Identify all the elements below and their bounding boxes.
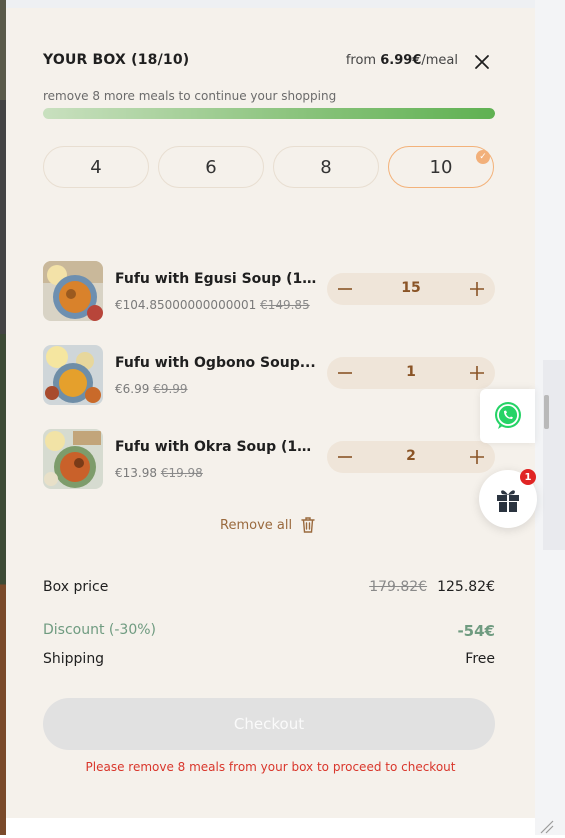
meal-old-price: €19.98 bbox=[160, 466, 203, 480]
decrease-quantity-button[interactable] bbox=[327, 441, 363, 473]
discount-value: -54€ bbox=[457, 622, 495, 640]
quantity-value: 2 bbox=[406, 448, 416, 464]
whatsapp-button[interactable] bbox=[480, 389, 535, 443]
trash-icon bbox=[301, 517, 315, 533]
meal-name: Fufu with Ogbono Soup... bbox=[115, 355, 316, 371]
meal-name: Fufu with Okra Soup (10... bbox=[115, 439, 320, 455]
price-per-meal: from 6.99€/meal bbox=[346, 53, 458, 68]
box-size-4-button[interactable]: 4 bbox=[43, 146, 149, 188]
checkmark-icon: ✓ bbox=[476, 150, 490, 164]
meal-price: €104.85000000000001 €149.85 bbox=[115, 298, 310, 312]
scrollbar-handle[interactable] bbox=[544, 395, 549, 429]
quantity-value: 15 bbox=[401, 280, 421, 296]
price-value: 6.99€ bbox=[380, 53, 422, 68]
box-title: YOUR BOX (18/10) bbox=[43, 52, 190, 68]
box-progress-fill bbox=[43, 108, 495, 119]
increase-quantity-button[interactable] bbox=[459, 273, 495, 305]
checkout-error-message: Please remove 8 meals from your box to p… bbox=[85, 760, 456, 774]
meal-price: €6.99 €9.99 bbox=[115, 382, 188, 396]
close-icon bbox=[475, 55, 489, 69]
box-size-label: 6 bbox=[205, 156, 217, 178]
cart-panel: YOUR BOX (18/10) from 6.99€/meal remove … bbox=[6, 8, 535, 818]
quantity-stepper: 1 bbox=[327, 357, 495, 389]
quantity-value: 1 bbox=[406, 364, 416, 380]
close-button[interactable] bbox=[472, 52, 492, 72]
box-price-label: Box price bbox=[43, 579, 109, 595]
meal-current-price: €13.98 bbox=[115, 466, 157, 480]
browser-top-edge bbox=[0, 0, 565, 8]
price-suffix: /meal bbox=[421, 53, 458, 68]
remove-all-button[interactable]: Remove all bbox=[220, 516, 316, 534]
meal-thumbnail bbox=[43, 429, 103, 489]
plus-icon bbox=[470, 366, 484, 380]
box-size-6-button[interactable]: 6 bbox=[158, 146, 264, 188]
shipping-label: Shipping bbox=[43, 651, 105, 667]
box-size-8-button[interactable]: 8 bbox=[273, 146, 379, 188]
resize-grip-icon[interactable] bbox=[537, 818, 557, 834]
meal-current-price: €104.85000000000001 bbox=[115, 298, 257, 312]
meal-thumbnail bbox=[43, 345, 103, 405]
plus-icon bbox=[470, 450, 484, 464]
remove-meals-hint: remove 8 more meals to continue your sho… bbox=[43, 89, 337, 103]
meal-thumbnail bbox=[43, 261, 103, 321]
page-backdrop-right bbox=[535, 0, 565, 835]
box-size-label: 8 bbox=[320, 156, 332, 178]
plus-icon bbox=[470, 282, 484, 296]
minus-icon bbox=[338, 288, 352, 290]
whatsapp-icon bbox=[494, 402, 521, 429]
meal-old-price: €9.99 bbox=[153, 382, 188, 396]
shipping-value: Free bbox=[465, 651, 495, 667]
decrease-quantity-button[interactable] bbox=[327, 357, 363, 389]
box-price-new: 125.82€ bbox=[437, 579, 495, 595]
remove-all-label: Remove all bbox=[220, 517, 293, 533]
box-size-10-button[interactable]: 10 ✓ bbox=[388, 146, 494, 188]
minus-icon bbox=[338, 372, 352, 374]
cart-item: Fufu with Ogbono Soup... €6.99 €9.99 1 bbox=[43, 345, 503, 405]
quantity-stepper: 2 bbox=[327, 441, 495, 473]
cart-item: Fufu with Okra Soup (10... €13.98 €19.98… bbox=[43, 429, 503, 489]
box-price-value: 179.82€ 125.82€ bbox=[369, 579, 495, 595]
meal-old-price: €149.85 bbox=[260, 298, 310, 312]
box-size-label: 4 bbox=[90, 156, 102, 178]
checkout-button[interactable]: Checkout bbox=[43, 698, 495, 750]
cart-item: Fufu with Egusi Soup (10... €104.8500000… bbox=[43, 261, 503, 321]
price-prefix: from bbox=[345, 53, 377, 68]
gift-notification-badge: 1 bbox=[520, 469, 536, 485]
meal-current-price: €6.99 bbox=[115, 382, 150, 396]
increase-quantity-button[interactable] bbox=[459, 357, 495, 389]
meal-name: Fufu with Egusi Soup (10... bbox=[115, 271, 320, 287]
meal-price: €13.98 €19.98 bbox=[115, 466, 203, 480]
quantity-stepper: 15 bbox=[327, 273, 495, 305]
discount-label: Discount (-30%) bbox=[43, 622, 157, 638]
box-size-label: 10 bbox=[429, 156, 453, 178]
gift-icon bbox=[497, 490, 519, 512]
decrease-quantity-button[interactable] bbox=[327, 273, 363, 305]
box-progress-bar bbox=[43, 108, 495, 119]
checkout-label: Checkout bbox=[233, 715, 305, 733]
increase-quantity-button[interactable] bbox=[459, 441, 495, 473]
minus-icon bbox=[338, 456, 352, 458]
box-price-old: 179.82€ bbox=[369, 579, 428, 595]
